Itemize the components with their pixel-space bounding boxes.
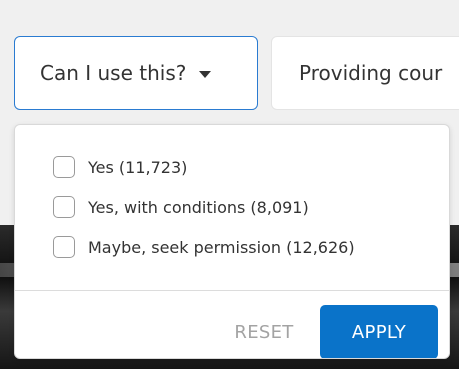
option-yes-with-conditions-label: Yes, with conditions (8,091) bbox=[88, 197, 309, 217]
usage-options-list: Yes (11,723) Yes, with conditions (8,091… bbox=[53, 147, 355, 267]
option-maybe-seek-permission[interactable]: Maybe, seek permission (12,626) bbox=[53, 227, 355, 267]
usage-filter-label: Can I use this? bbox=[40, 61, 187, 85]
providing-country-filter-label: Providing cour bbox=[299, 61, 443, 85]
option-yes[interactable]: Yes (11,723) bbox=[53, 147, 355, 187]
dropdown-divider bbox=[15, 290, 449, 291]
option-yes-label: Yes (11,723) bbox=[88, 157, 188, 177]
option-maybe-seek-permission-label: Maybe, seek permission (12,626) bbox=[88, 237, 355, 257]
providing-country-filter-button[interactable]: Providing cour bbox=[271, 36, 459, 110]
apply-button[interactable]: APPLY bbox=[320, 305, 438, 358]
caret-down-icon bbox=[199, 70, 212, 78]
checkbox-yes[interactable] bbox=[53, 156, 75, 178]
usage-filter-button[interactable]: Can I use this? bbox=[14, 36, 258, 110]
checkbox-maybe-seek-permission[interactable] bbox=[53, 236, 75, 258]
option-yes-with-conditions[interactable]: Yes, with conditions (8,091) bbox=[53, 187, 355, 227]
reset-button[interactable]: RESET bbox=[229, 305, 299, 358]
usage-filter-dropdown: Yes (11,723) Yes, with conditions (8,091… bbox=[14, 124, 450, 359]
checkbox-yes-with-conditions[interactable] bbox=[53, 196, 75, 218]
